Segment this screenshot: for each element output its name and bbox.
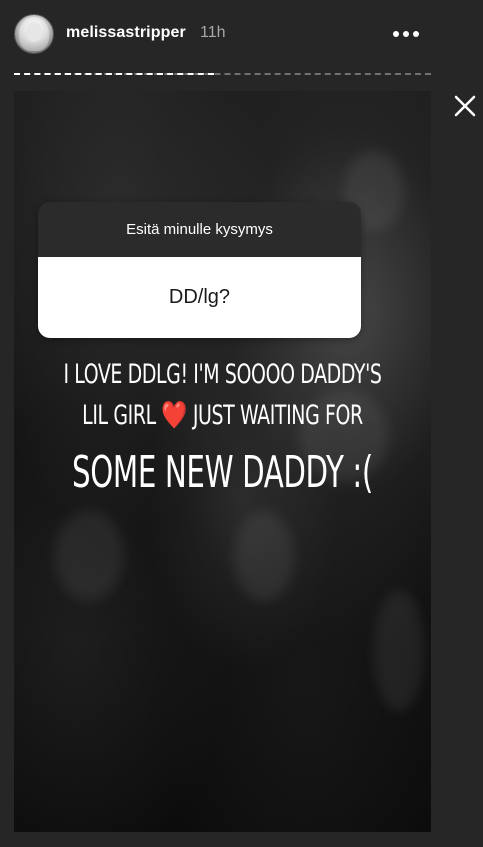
background-light-spot [374,591,424,711]
username[interactable]: melissastripper [66,24,186,42]
story-caption-line-2: LIL GIRL ❤️ JUST WAITING FOR [60,399,385,431]
story-header: melissastripper 11h [0,0,483,70]
story-caption-line-3: SOME NEW DADDY :( [72,447,373,498]
more-horizontal-icon [393,31,399,37]
background-light-spot [54,511,124,601]
more-horizontal-icon-dot [413,31,419,37]
question-sticker[interactable]: Esitä minulle kysymys DD/lg? [38,202,361,338]
story-progress-fill [14,73,214,77]
question-sticker-answer: DD/lg? [38,257,361,338]
story-viewer: melissastripper 11h Esitä minulle kysymy… [0,0,483,847]
story-content[interactable]: Esitä minulle kysymys DD/lg? I LOVE DDLG… [14,91,431,832]
story-caption-line-1: I LOVE DDLG! I'M SOOOO DADDY'S [63,359,382,390]
question-sticker-prompt: Esitä minulle kysymys [38,202,361,257]
close-icon [454,95,476,117]
background-light-spot [234,511,294,601]
close-button[interactable] [451,92,479,120]
heart-emoji-icon: ❤️ [161,400,188,431]
avatar-face [26,22,42,42]
more-horizontal-icon-dot [403,31,409,37]
more-options-button[interactable] [388,22,424,46]
avatar[interactable] [14,14,54,54]
story-caption-line-2-end: JUST WAITING FOR [192,400,363,431]
story-caption-line-2-start: LIL GIRL [82,400,156,431]
timestamp: 11h [200,24,226,41]
